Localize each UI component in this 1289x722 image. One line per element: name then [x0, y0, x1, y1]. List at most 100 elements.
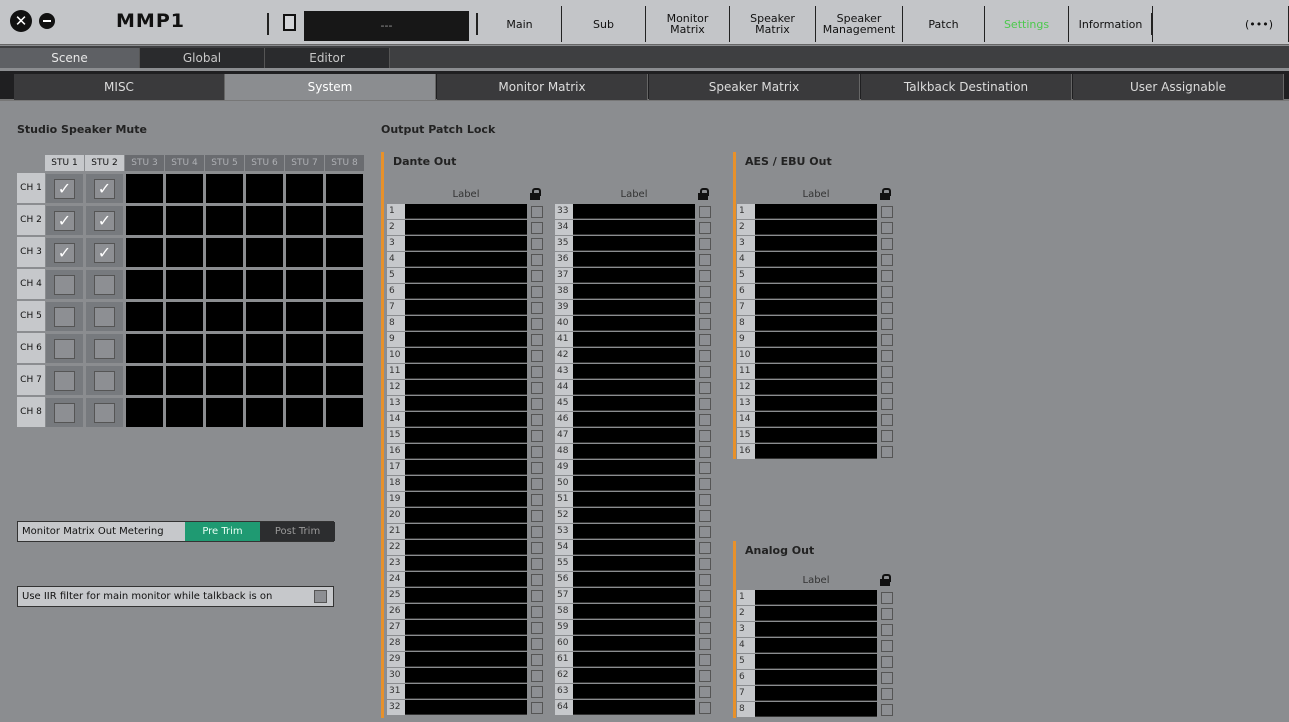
nav-button-monitor-matrix[interactable]: Monitor Matrix — [646, 6, 730, 42]
lock-checkbox[interactable] — [531, 654, 543, 666]
channel-label-field[interactable] — [573, 412, 695, 427]
channel-label-field[interactable] — [573, 540, 695, 555]
scene-name-display[interactable]: --- — [304, 11, 469, 41]
channel-label-field[interactable] — [405, 396, 527, 411]
tab-user-assignable[interactable]: User Assignable — [1073, 74, 1284, 100]
channel-label-field[interactable] — [573, 236, 695, 251]
channel-label-field[interactable] — [405, 572, 527, 587]
lock-checkbox[interactable] — [881, 302, 893, 314]
channel-label-field[interactable] — [405, 556, 527, 571]
channel-label-field[interactable] — [755, 236, 877, 251]
pre-trim-button[interactable]: Pre Trim — [185, 522, 260, 541]
mute-cell[interactable] — [45, 301, 84, 332]
lock-checkbox[interactable] — [531, 382, 543, 394]
subtab-editor[interactable]: Editor — [265, 48, 390, 68]
lock-checkbox[interactable] — [881, 704, 893, 716]
lock-checkbox[interactable] — [881, 350, 893, 362]
channel-label-field[interactable] — [405, 636, 527, 651]
channel-label-field[interactable] — [755, 606, 877, 621]
channel-label-field[interactable] — [573, 316, 695, 331]
mute-cell[interactable] — [85, 397, 124, 428]
channel-label-field[interactable] — [405, 220, 527, 235]
lock-checkbox[interactable] — [531, 606, 543, 618]
channel-label-field[interactable] — [573, 700, 695, 715]
channel-label-field[interactable] — [573, 492, 695, 507]
nav-button-patch[interactable]: Patch — [903, 6, 985, 42]
lock-checkbox[interactable] — [699, 558, 711, 570]
channel-label-field[interactable] — [405, 444, 527, 459]
channel-label-field[interactable] — [573, 332, 695, 347]
lock-checkbox[interactable] — [699, 254, 711, 266]
lock-checkbox[interactable] — [699, 238, 711, 250]
mute-cell[interactable] — [45, 397, 84, 428]
channel-label-field[interactable] — [573, 252, 695, 267]
lock-checkbox[interactable] — [531, 350, 543, 362]
lock-checkbox[interactable] — [699, 222, 711, 234]
channel-label-field[interactable] — [573, 284, 695, 299]
lock-checkbox[interactable] — [531, 446, 543, 458]
mute-cell[interactable]: ✓ — [85, 173, 124, 204]
channel-label-field[interactable] — [573, 604, 695, 619]
lock-checkbox[interactable] — [531, 238, 543, 250]
lock-checkbox[interactable] — [531, 206, 543, 218]
channel-label-field[interactable] — [573, 348, 695, 363]
lock-checkbox[interactable] — [699, 670, 711, 682]
lock-checkbox[interactable] — [531, 254, 543, 266]
channel-label-field[interactable] — [405, 236, 527, 251]
tab-monitor-matrix[interactable]: Monitor Matrix — [437, 74, 648, 100]
lock-checkbox[interactable] — [881, 430, 893, 442]
lock-checkbox[interactable] — [699, 270, 711, 282]
lock-checkbox[interactable] — [699, 526, 711, 538]
lock-checkbox[interactable] — [699, 638, 711, 650]
channel-label-field[interactable] — [573, 572, 695, 587]
minimize-icon[interactable] — [39, 13, 55, 29]
lock-checkbox[interactable] — [699, 686, 711, 698]
channel-label-field[interactable] — [755, 412, 877, 427]
lock-checkbox[interactable] — [531, 558, 543, 570]
mute-checkbox[interactable]: ✓ — [94, 179, 115, 199]
channel-label-field[interactable] — [405, 412, 527, 427]
channel-label-field[interactable] — [405, 524, 527, 539]
close-icon[interactable]: ✕ — [10, 10, 32, 32]
lock-checkbox[interactable] — [531, 590, 543, 602]
lock-checkbox[interactable] — [531, 526, 543, 538]
channel-label-field[interactable] — [573, 556, 695, 571]
lock-checkbox[interactable] — [881, 656, 893, 668]
lock-checkbox[interactable] — [881, 398, 893, 410]
lock-checkbox[interactable] — [881, 366, 893, 378]
mute-cell[interactable]: ✓ — [45, 205, 84, 236]
lock-checkbox[interactable] — [699, 462, 711, 474]
channel-label-field[interactable] — [755, 220, 877, 235]
channel-label-field[interactable] — [405, 252, 527, 267]
lock-checkbox[interactable] — [531, 302, 543, 314]
lock-checkbox[interactable] — [531, 638, 543, 650]
lock-checkbox[interactable] — [699, 398, 711, 410]
channel-label-field[interactable] — [573, 524, 695, 539]
channel-label-field[interactable] — [755, 670, 877, 685]
channel-label-field[interactable] — [573, 636, 695, 651]
channel-label-field[interactable] — [755, 444, 877, 459]
channel-label-field[interactable] — [573, 652, 695, 667]
lock-checkbox[interactable] — [531, 430, 543, 442]
channel-label-field[interactable] — [405, 492, 527, 507]
lock-checkbox[interactable] — [699, 574, 711, 586]
nav-button-speaker-management[interactable]: Speaker Management — [816, 6, 903, 42]
lock-checkbox[interactable] — [699, 654, 711, 666]
lock-checkbox[interactable] — [699, 318, 711, 330]
lock-checkbox[interactable] — [531, 494, 543, 506]
lock-checkbox[interactable] — [881, 640, 893, 652]
mute-cell[interactable]: ✓ — [45, 173, 84, 204]
channel-label-field[interactable] — [573, 668, 695, 683]
nav-button-sub[interactable]: Sub — [562, 6, 646, 42]
mute-checkbox[interactable] — [94, 371, 115, 391]
tab-misc[interactable]: MISC — [14, 74, 225, 100]
channel-label-field[interactable] — [405, 588, 527, 603]
lock-checkbox[interactable] — [699, 414, 711, 426]
lock-checkbox[interactable] — [531, 686, 543, 698]
channel-label-field[interactable] — [755, 316, 877, 331]
channel-label-field[interactable] — [755, 348, 877, 363]
lock-checkbox[interactable] — [531, 510, 543, 522]
channel-label-field[interactable] — [573, 364, 695, 379]
channel-label-field[interactable] — [573, 684, 695, 699]
channel-label-field[interactable] — [755, 364, 877, 379]
